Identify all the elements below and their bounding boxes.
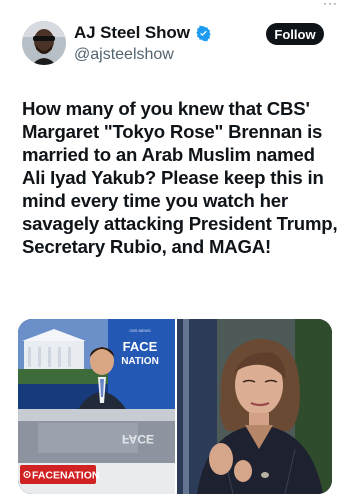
author-name[interactable]: AJ Steel Show bbox=[74, 23, 190, 43]
show-logo-bottom: NATION bbox=[121, 356, 159, 367]
media-image-right[interactable] bbox=[177, 319, 332, 494]
network-label: CBS NEWS bbox=[129, 328, 151, 333]
tweet-text: How many of you knew that CBS' Margaret … bbox=[22, 98, 338, 257]
show-logo-top: FACE bbox=[123, 339, 158, 354]
avatar-image bbox=[22, 21, 66, 65]
verified-badge-icon bbox=[196, 25, 211, 41]
face-the-nation-studio-image: CBS NEWS FACE NATION FACE FACE⁠NATION bbox=[18, 319, 175, 494]
show-logo-reflection: FACE bbox=[122, 432, 154, 446]
author-handle[interactable]: @ajsteelshow bbox=[74, 46, 174, 64]
follow-button[interactable]: Follow bbox=[266, 23, 324, 45]
avatar[interactable] bbox=[22, 21, 66, 65]
lower-third-logo: FACE⁠NATION bbox=[32, 470, 99, 482]
media-image-left[interactable]: CBS NEWS FACE NATION FACE FACE⁠NATION bbox=[18, 319, 175, 494]
host-speaking-image bbox=[177, 319, 332, 494]
author-name-row: AJ Steel Show bbox=[74, 23, 212, 43]
more-options-icon[interactable]: ··· bbox=[323, 0, 338, 10]
tweet-media[interactable]: CBS NEWS FACE NATION FACE FACE⁠NATION bbox=[18, 319, 332, 494]
